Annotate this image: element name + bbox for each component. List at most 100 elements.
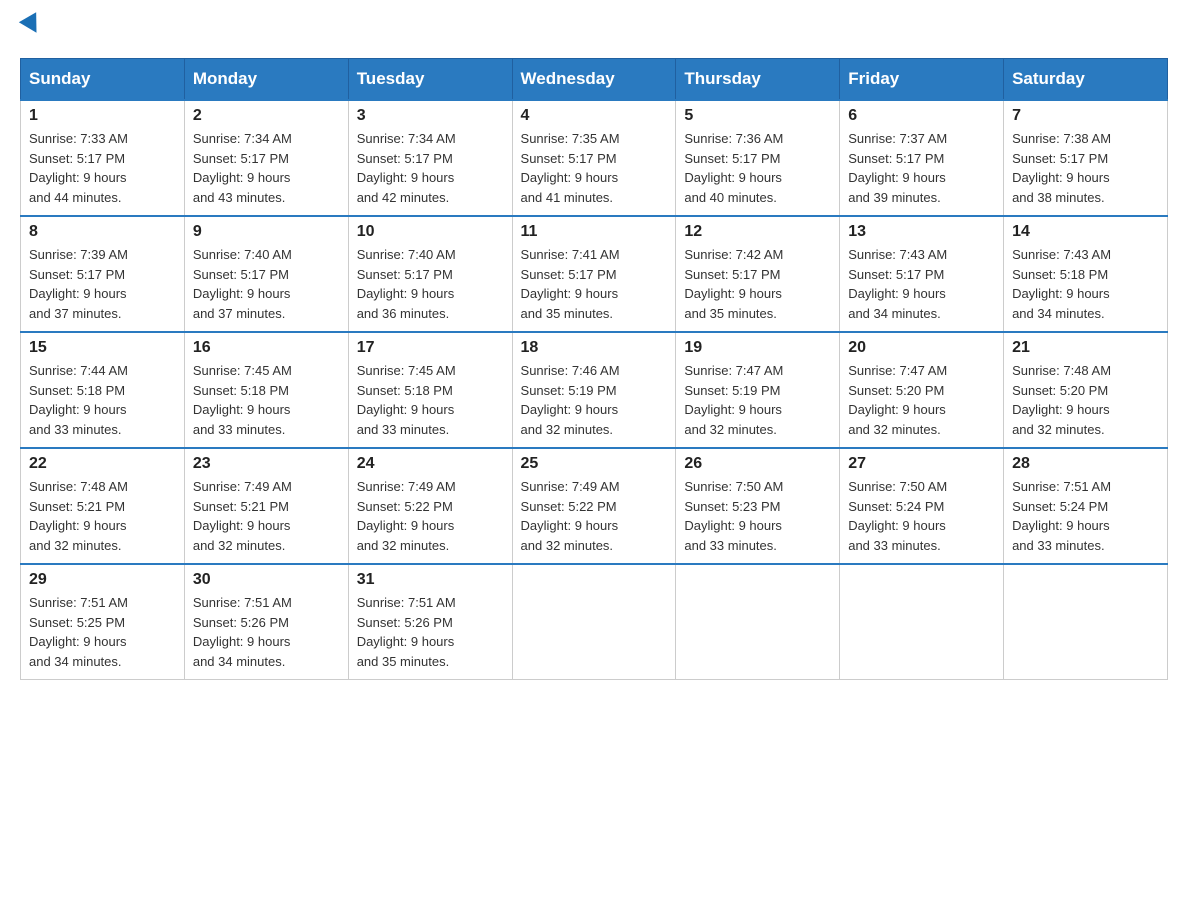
day-info: Sunrise: 7:37 AM Sunset: 5:17 PM Dayligh… bbox=[848, 129, 995, 207]
day-number: 3 bbox=[357, 107, 504, 125]
day-number: 26 bbox=[684, 455, 831, 473]
day-number: 13 bbox=[848, 223, 995, 241]
table-row: 13 Sunrise: 7:43 AM Sunset: 5:17 PM Dayl… bbox=[840, 216, 1004, 332]
col-sunday: Sunday bbox=[21, 59, 185, 101]
calendar-header-row: Sunday Monday Tuesday Wednesday Thursday… bbox=[21, 59, 1168, 101]
col-wednesday: Wednesday bbox=[512, 59, 676, 101]
day-info: Sunrise: 7:51 AM Sunset: 5:26 PM Dayligh… bbox=[357, 593, 504, 671]
week-row-3: 15 Sunrise: 7:44 AM Sunset: 5:18 PM Dayl… bbox=[21, 332, 1168, 448]
table-row: 11 Sunrise: 7:41 AM Sunset: 5:17 PM Dayl… bbox=[512, 216, 676, 332]
table-row: 7 Sunrise: 7:38 AM Sunset: 5:17 PM Dayli… bbox=[1004, 100, 1168, 216]
table-row: 3 Sunrise: 7:34 AM Sunset: 5:17 PM Dayli… bbox=[348, 100, 512, 216]
day-info: Sunrise: 7:47 AM Sunset: 5:19 PM Dayligh… bbox=[684, 361, 831, 439]
day-info: Sunrise: 7:44 AM Sunset: 5:18 PM Dayligh… bbox=[29, 361, 176, 439]
week-row-1: 1 Sunrise: 7:33 AM Sunset: 5:17 PM Dayli… bbox=[21, 100, 1168, 216]
day-info: Sunrise: 7:40 AM Sunset: 5:17 PM Dayligh… bbox=[357, 245, 504, 323]
table-row: 28 Sunrise: 7:51 AM Sunset: 5:24 PM Dayl… bbox=[1004, 448, 1168, 564]
day-info: Sunrise: 7:45 AM Sunset: 5:18 PM Dayligh… bbox=[193, 361, 340, 439]
day-number: 28 bbox=[1012, 455, 1159, 473]
day-info: Sunrise: 7:35 AM Sunset: 5:17 PM Dayligh… bbox=[521, 129, 668, 207]
table-row bbox=[840, 564, 1004, 680]
day-info: Sunrise: 7:49 AM Sunset: 5:22 PM Dayligh… bbox=[357, 477, 504, 555]
table-row: 31 Sunrise: 7:51 AM Sunset: 5:26 PM Dayl… bbox=[348, 564, 512, 680]
table-row: 20 Sunrise: 7:47 AM Sunset: 5:20 PM Dayl… bbox=[840, 332, 1004, 448]
table-row: 25 Sunrise: 7:49 AM Sunset: 5:22 PM Dayl… bbox=[512, 448, 676, 564]
day-info: Sunrise: 7:34 AM Sunset: 5:17 PM Dayligh… bbox=[357, 129, 504, 207]
day-info: Sunrise: 7:51 AM Sunset: 5:26 PM Dayligh… bbox=[193, 593, 340, 671]
day-info: Sunrise: 7:48 AM Sunset: 5:20 PM Dayligh… bbox=[1012, 361, 1159, 439]
table-row: 5 Sunrise: 7:36 AM Sunset: 5:17 PM Dayli… bbox=[676, 100, 840, 216]
day-number: 25 bbox=[521, 455, 668, 473]
day-info: Sunrise: 7:51 AM Sunset: 5:24 PM Dayligh… bbox=[1012, 477, 1159, 555]
col-monday: Monday bbox=[184, 59, 348, 101]
day-number: 21 bbox=[1012, 339, 1159, 357]
day-info: Sunrise: 7:51 AM Sunset: 5:25 PM Dayligh… bbox=[29, 593, 176, 671]
day-number: 24 bbox=[357, 455, 504, 473]
day-info: Sunrise: 7:38 AM Sunset: 5:17 PM Dayligh… bbox=[1012, 129, 1159, 207]
table-row: 14 Sunrise: 7:43 AM Sunset: 5:18 PM Dayl… bbox=[1004, 216, 1168, 332]
day-info: Sunrise: 7:43 AM Sunset: 5:18 PM Dayligh… bbox=[1012, 245, 1159, 323]
day-number: 18 bbox=[521, 339, 668, 357]
table-row: 27 Sunrise: 7:50 AM Sunset: 5:24 PM Dayl… bbox=[840, 448, 1004, 564]
day-number: 23 bbox=[193, 455, 340, 473]
table-row: 10 Sunrise: 7:40 AM Sunset: 5:17 PM Dayl… bbox=[348, 216, 512, 332]
table-row bbox=[1004, 564, 1168, 680]
day-info: Sunrise: 7:34 AM Sunset: 5:17 PM Dayligh… bbox=[193, 129, 340, 207]
table-row: 29 Sunrise: 7:51 AM Sunset: 5:25 PM Dayl… bbox=[21, 564, 185, 680]
week-row-5: 29 Sunrise: 7:51 AM Sunset: 5:25 PM Dayl… bbox=[21, 564, 1168, 680]
table-row: 23 Sunrise: 7:49 AM Sunset: 5:21 PM Dayl… bbox=[184, 448, 348, 564]
table-row: 19 Sunrise: 7:47 AM Sunset: 5:19 PM Dayl… bbox=[676, 332, 840, 448]
logo bbox=[20, 20, 42, 38]
day-number: 17 bbox=[357, 339, 504, 357]
table-row: 4 Sunrise: 7:35 AM Sunset: 5:17 PM Dayli… bbox=[512, 100, 676, 216]
week-row-4: 22 Sunrise: 7:48 AM Sunset: 5:21 PM Dayl… bbox=[21, 448, 1168, 564]
day-number: 2 bbox=[193, 107, 340, 125]
day-info: Sunrise: 7:46 AM Sunset: 5:19 PM Dayligh… bbox=[521, 361, 668, 439]
day-number: 5 bbox=[684, 107, 831, 125]
table-row: 17 Sunrise: 7:45 AM Sunset: 5:18 PM Dayl… bbox=[348, 332, 512, 448]
day-info: Sunrise: 7:47 AM Sunset: 5:20 PM Dayligh… bbox=[848, 361, 995, 439]
table-row bbox=[676, 564, 840, 680]
day-number: 30 bbox=[193, 571, 340, 589]
day-number: 9 bbox=[193, 223, 340, 241]
week-row-2: 8 Sunrise: 7:39 AM Sunset: 5:17 PM Dayli… bbox=[21, 216, 1168, 332]
day-info: Sunrise: 7:41 AM Sunset: 5:17 PM Dayligh… bbox=[521, 245, 668, 323]
table-row: 12 Sunrise: 7:42 AM Sunset: 5:17 PM Dayl… bbox=[676, 216, 840, 332]
col-friday: Friday bbox=[840, 59, 1004, 101]
day-info: Sunrise: 7:49 AM Sunset: 5:22 PM Dayligh… bbox=[521, 477, 668, 555]
table-row: 8 Sunrise: 7:39 AM Sunset: 5:17 PM Dayli… bbox=[21, 216, 185, 332]
day-number: 1 bbox=[29, 107, 176, 125]
day-info: Sunrise: 7:43 AM Sunset: 5:17 PM Dayligh… bbox=[848, 245, 995, 323]
day-number: 29 bbox=[29, 571, 176, 589]
day-info: Sunrise: 7:36 AM Sunset: 5:17 PM Dayligh… bbox=[684, 129, 831, 207]
day-info: Sunrise: 7:49 AM Sunset: 5:21 PM Dayligh… bbox=[193, 477, 340, 555]
day-number: 31 bbox=[357, 571, 504, 589]
day-number: 8 bbox=[29, 223, 176, 241]
day-info: Sunrise: 7:45 AM Sunset: 5:18 PM Dayligh… bbox=[357, 361, 504, 439]
day-number: 7 bbox=[1012, 107, 1159, 125]
table-row: 18 Sunrise: 7:46 AM Sunset: 5:19 PM Dayl… bbox=[512, 332, 676, 448]
logo-triangle-icon bbox=[19, 12, 45, 38]
day-info: Sunrise: 7:48 AM Sunset: 5:21 PM Dayligh… bbox=[29, 477, 176, 555]
day-info: Sunrise: 7:40 AM Sunset: 5:17 PM Dayligh… bbox=[193, 245, 340, 323]
table-row: 22 Sunrise: 7:48 AM Sunset: 5:21 PM Dayl… bbox=[21, 448, 185, 564]
day-info: Sunrise: 7:33 AM Sunset: 5:17 PM Dayligh… bbox=[29, 129, 176, 207]
table-row: 2 Sunrise: 7:34 AM Sunset: 5:17 PM Dayli… bbox=[184, 100, 348, 216]
table-row: 16 Sunrise: 7:45 AM Sunset: 5:18 PM Dayl… bbox=[184, 332, 348, 448]
day-number: 10 bbox=[357, 223, 504, 241]
day-number: 6 bbox=[848, 107, 995, 125]
day-number: 22 bbox=[29, 455, 176, 473]
day-number: 12 bbox=[684, 223, 831, 241]
day-number: 4 bbox=[521, 107, 668, 125]
table-row: 21 Sunrise: 7:48 AM Sunset: 5:20 PM Dayl… bbox=[1004, 332, 1168, 448]
day-number: 11 bbox=[521, 223, 668, 241]
table-row: 6 Sunrise: 7:37 AM Sunset: 5:17 PM Dayli… bbox=[840, 100, 1004, 216]
table-row: 26 Sunrise: 7:50 AM Sunset: 5:23 PM Dayl… bbox=[676, 448, 840, 564]
col-thursday: Thursday bbox=[676, 59, 840, 101]
table-row: 1 Sunrise: 7:33 AM Sunset: 5:17 PM Dayli… bbox=[21, 100, 185, 216]
day-info: Sunrise: 7:39 AM Sunset: 5:17 PM Dayligh… bbox=[29, 245, 176, 323]
table-row: 24 Sunrise: 7:49 AM Sunset: 5:22 PM Dayl… bbox=[348, 448, 512, 564]
day-info: Sunrise: 7:50 AM Sunset: 5:24 PM Dayligh… bbox=[848, 477, 995, 555]
day-info: Sunrise: 7:50 AM Sunset: 5:23 PM Dayligh… bbox=[684, 477, 831, 555]
page-header bbox=[20, 20, 1168, 38]
